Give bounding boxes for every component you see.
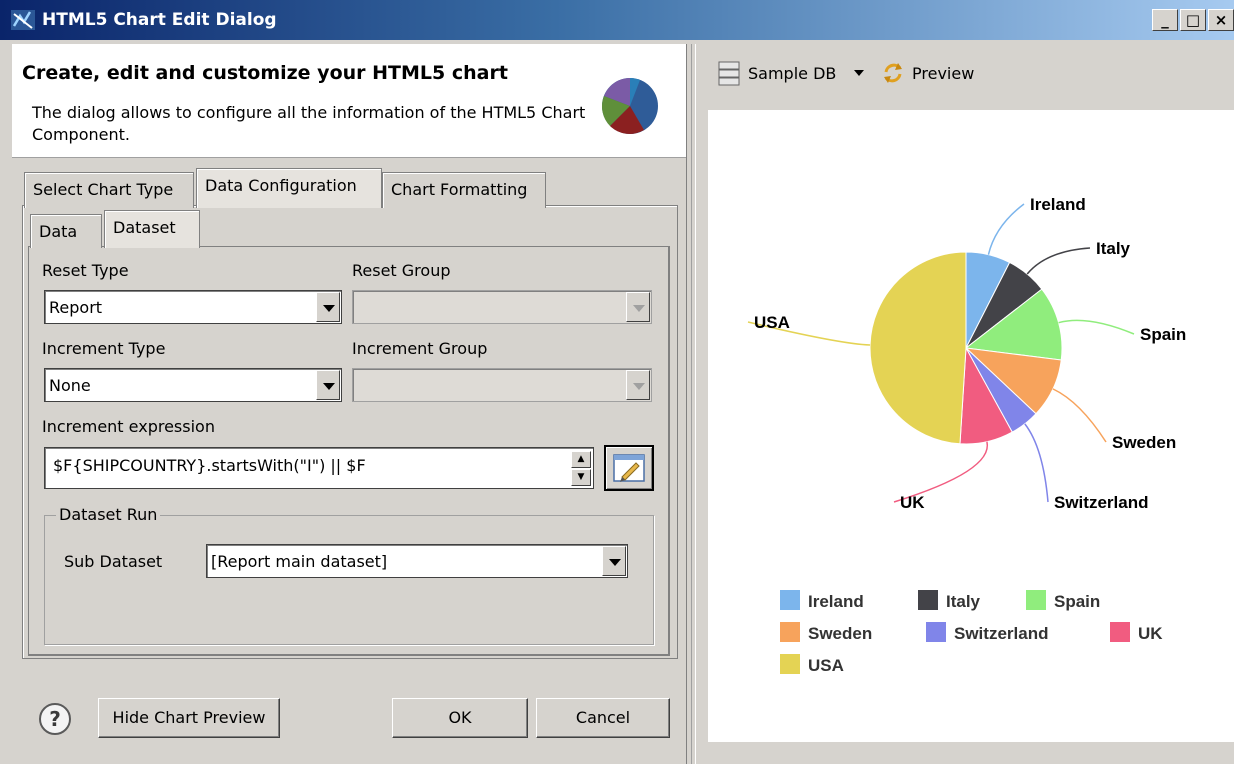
dialog-heading: Create, edit and customize your HTML5 ch… (22, 62, 508, 84)
expression-editor-button[interactable] (604, 445, 654, 491)
connector-italy (1026, 247, 1091, 275)
legend-label: UK (1138, 624, 1163, 643)
refresh-preview-icon[interactable] (880, 60, 906, 86)
pie-chart: Ireland Italy Spain Sweden Switzerland UK USA I… (747, 195, 1186, 675)
legend-item-ireland[interactable]: Ireland (780, 590, 864, 611)
legend-label: Italy (946, 592, 981, 611)
chevron-down-icon[interactable] (316, 292, 340, 322)
datasource-dropdown-icon[interactable] (854, 70, 864, 76)
legend-item-italy[interactable]: Italy (918, 590, 981, 611)
dataset-run-group (44, 515, 654, 645)
increment-expression-label: Increment expression (42, 417, 215, 436)
legend-swatch (926, 622, 946, 642)
close-button[interactable]: × (1208, 9, 1234, 31)
data-label-ireland: Ireland (1030, 195, 1086, 214)
help-icon[interactable]: ? (38, 702, 72, 736)
legend-label: Spain (1054, 592, 1100, 611)
splitter[interactable] (686, 44, 696, 764)
pie-chart-icon (601, 78, 658, 134)
dataset-run-title: Dataset Run (56, 505, 161, 524)
minimize-button[interactable]: _ (1152, 9, 1178, 31)
increment-type-value: None (49, 376, 91, 395)
data-label-uk: UK (900, 493, 925, 512)
reset-group-label: Reset Group (352, 261, 451, 280)
expression-editor-icon (613, 454, 645, 482)
chart-preview-area: Ireland Italy Spain Sweden Switzerland UK USA I… (708, 110, 1234, 742)
database-icon[interactable] (718, 61, 740, 87)
maximize-button[interactable]: □ (1180, 9, 1206, 31)
dialog-description: The dialog allows to configure all the i… (32, 103, 586, 144)
chevron-down-icon[interactable] (602, 546, 626, 576)
app-icon (11, 10, 35, 30)
tab-data-configuration[interactable]: Data Configuration (196, 168, 382, 208)
chevron-down-icon[interactable] (316, 370, 340, 400)
data-label-spain: Spain (1140, 325, 1186, 344)
legend-swatch (918, 590, 938, 610)
legend-swatch (1110, 622, 1130, 642)
hide-chart-preview-button[interactable]: Hide Chart Preview (98, 698, 280, 738)
reset-type-select[interactable]: Report (44, 290, 342, 324)
pie-slice-usa (869, 251, 967, 445)
legend-item-spain[interactable]: Spain (1026, 590, 1100, 611)
ok-button[interactable]: OK (392, 698, 528, 738)
increment-expression-value: $F{SHIPCOUNTRY}.startsWith("I") || $F (53, 456, 366, 475)
sub-dataset-value: [Report main dataset] (211, 552, 388, 571)
chevron-down-icon (626, 292, 650, 322)
data-label-sweden: Sweden (1112, 433, 1176, 452)
legend-item-uk[interactable]: UK (1110, 622, 1163, 643)
cancel-button[interactable]: Cancel (536, 698, 670, 738)
increment-type-select[interactable]: None (44, 368, 342, 402)
legend-label: USA (808, 656, 844, 675)
connector-sweden (1052, 388, 1107, 443)
increment-group-select (352, 368, 652, 402)
data-label-switzerland: Switzerland (1054, 493, 1148, 512)
legend-label: Sweden (808, 624, 872, 643)
legend-label: Switzerland (954, 624, 1048, 643)
data-label-italy: Italy (1096, 239, 1131, 258)
legend-item-usa[interactable]: USA (780, 654, 844, 675)
reset-type-label: Reset Type (42, 261, 129, 280)
chevron-down-icon (626, 370, 650, 400)
tab-select-chart-type[interactable]: Select Chart Type (24, 172, 194, 208)
svg-text:?: ? (49, 707, 61, 731)
reset-group-select (352, 290, 652, 324)
legend-item-sweden[interactable]: Sweden (780, 622, 872, 643)
reset-type-value: Report (49, 298, 103, 317)
window-title: HTML5 Chart Edit Dialog (42, 10, 277, 30)
legend-swatch (780, 654, 800, 674)
dialog-header: Create, edit and customize your HTML5 ch… (12, 44, 686, 158)
connector-switzerland (1024, 423, 1049, 503)
preview-button[interactable]: Preview (912, 64, 974, 83)
sub-dataset-label: Sub Dataset (64, 552, 163, 571)
legend-item-switzerland[interactable]: Switzerland (926, 622, 1048, 643)
increment-group-label: Increment Group (352, 339, 488, 358)
increment-type-label: Increment Type (42, 339, 166, 358)
legend-label: Ireland (808, 592, 864, 611)
subtab-data[interactable]: Data (30, 214, 102, 248)
sub-dataset-select[interactable]: [Report main dataset] (206, 544, 628, 578)
tab-chart-formatting[interactable]: Chart Formatting (382, 172, 546, 208)
increment-expression-input[interactable]: $F{SHIPCOUNTRY}.startsWith("I") || $F ▲ … (44, 447, 594, 489)
data-label-usa: USA (754, 313, 790, 332)
legend-swatch (1026, 590, 1046, 610)
datasource-label[interactable]: Sample DB (748, 64, 836, 83)
subtab-dataset[interactable]: Dataset (104, 210, 200, 248)
scroll-up-icon[interactable]: ▲ (571, 451, 591, 468)
connector-ireland (987, 203, 1025, 255)
scroll-down-icon[interactable]: ▼ (571, 469, 591, 486)
legend-swatch (780, 622, 800, 642)
connector-spain (1058, 319, 1135, 335)
title-bar: HTML5 Chart Edit Dialog _ □ × (0, 0, 1234, 40)
legend-swatch (780, 590, 800, 610)
